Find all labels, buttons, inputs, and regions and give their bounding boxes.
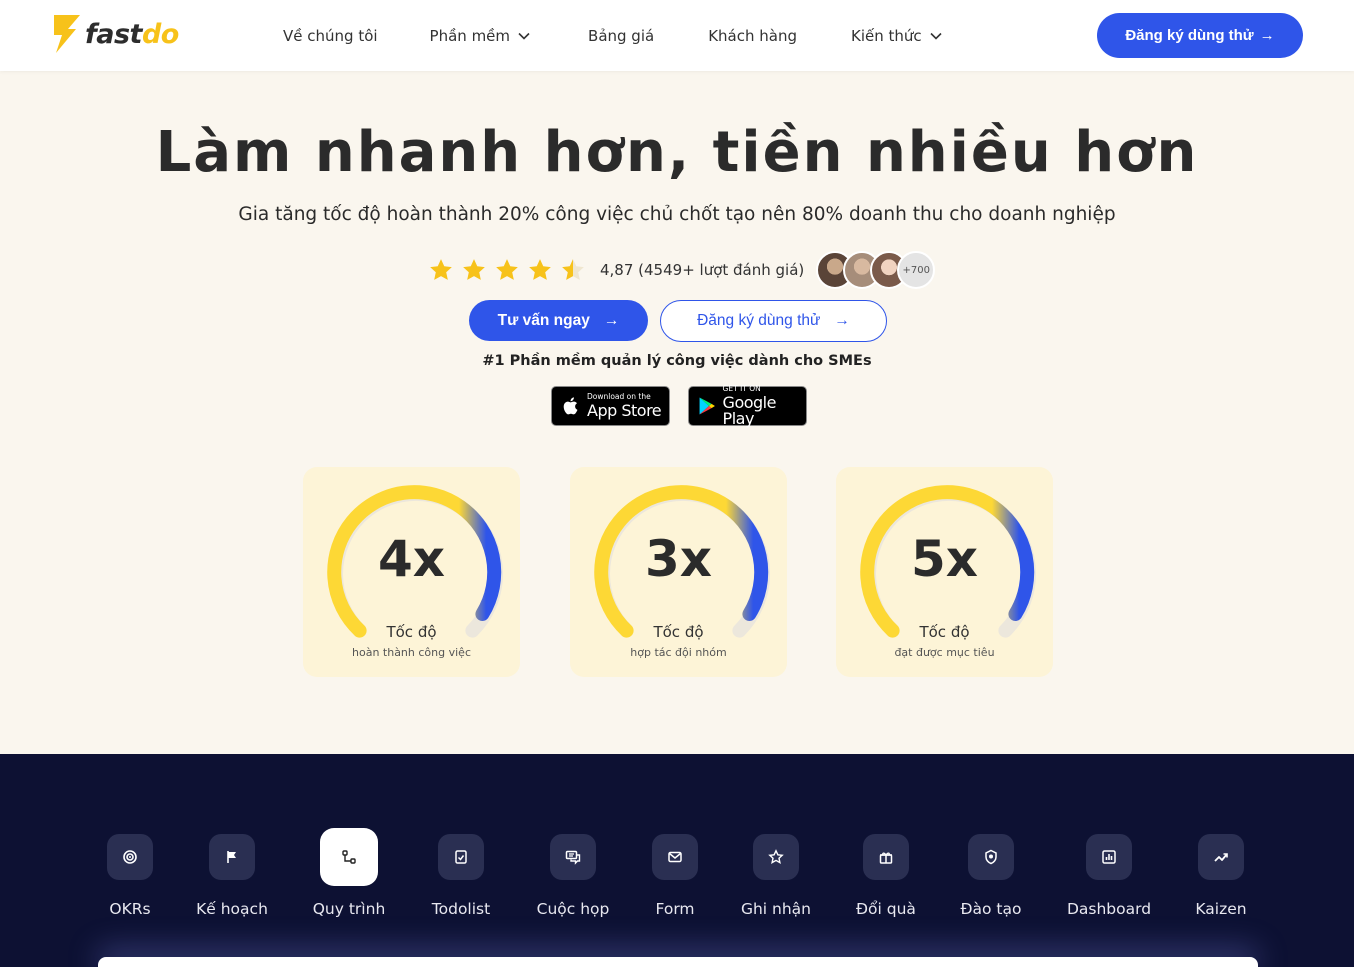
star-icon bbox=[753, 834, 799, 880]
consult-now-label: Tư vấn ngay bbox=[497, 311, 590, 329]
star-icon bbox=[496, 259, 518, 280]
mail-icon bbox=[652, 834, 698, 880]
gauge-value: 3x bbox=[644, 530, 713, 588]
feature-label: Kaizen bbox=[1195, 900, 1247, 918]
feature-label: Form bbox=[655, 900, 695, 918]
app-store-big: App Store bbox=[587, 400, 662, 420]
chevron-down-icon bbox=[518, 32, 530, 40]
gauge-label: Tốc độ bbox=[386, 623, 437, 641]
flag-icon bbox=[209, 834, 255, 880]
header-trial-button[interactable]: Đăng ký dùng thử → bbox=[1097, 13, 1303, 58]
nav-customers[interactable]: Khách hàng bbox=[708, 27, 797, 45]
chart-icon bbox=[1086, 834, 1132, 880]
feature-tab-doi-qua[interactable]: Đổi quà bbox=[826, 834, 946, 918]
user-avatars: +700 bbox=[816, 251, 936, 289]
star-icon bbox=[529, 259, 551, 280]
google-play-icon bbox=[699, 397, 715, 415]
gauge-value: 4x bbox=[377, 530, 446, 588]
feature-tab-dao-tao[interactable]: Đào tạo bbox=[931, 834, 1051, 918]
feature-tab-dashboard[interactable]: Dashboard bbox=[1049, 834, 1169, 918]
feature-label: Đào tạo bbox=[960, 900, 1022, 918]
half-star-icon bbox=[562, 259, 584, 280]
arrow-right-icon: → bbox=[834, 312, 850, 329]
nav-about[interactable]: Về chúng tôi bbox=[283, 27, 378, 45]
feature-label: Todolist bbox=[431, 900, 491, 918]
apple-icon bbox=[563, 397, 578, 415]
feature-label: OKRs bbox=[109, 900, 151, 918]
feature-tab-kaizen[interactable]: Kaizen bbox=[1161, 834, 1281, 918]
hero-subtitle: Gia tăng tốc độ hoàn thành 20% công việc… bbox=[238, 204, 1116, 225]
header-trial-label: Đăng ký dùng thử bbox=[1125, 27, 1254, 44]
feature-label: Dashboard bbox=[1066, 900, 1152, 918]
hero-trial-button[interactable]: Đăng ký dùng thử → bbox=[660, 300, 887, 342]
checklist-icon bbox=[438, 834, 484, 880]
gauge-caption: đạt được mục tiêu bbox=[894, 646, 995, 659]
gauge-label: Tốc độ bbox=[653, 623, 704, 641]
hero-trial-label: Đăng ký dùng thử bbox=[697, 312, 821, 329]
gauge-caption: hợp tác đội nhóm bbox=[630, 646, 727, 659]
app-store-badge[interactable]: Download on the App Store bbox=[551, 386, 670, 426]
consult-now-button[interactable]: Tư vấn ngay → bbox=[469, 300, 648, 341]
feature-label: Quy trình bbox=[312, 900, 386, 918]
google-play-small: GET IT ON bbox=[722, 384, 761, 394]
hero-title: Làm nhanh hơn, tiền nhiều hơn bbox=[155, 120, 1199, 185]
nav-knowledge[interactable]: Kiến thức bbox=[851, 27, 942, 45]
nav-software[interactable]: Phần mềm bbox=[430, 27, 530, 45]
star-icon bbox=[430, 259, 452, 280]
more-users-badge: +700 bbox=[897, 251, 936, 289]
fastdo-logo[interactable]: fastdo bbox=[54, 14, 179, 54]
chevron-down-icon bbox=[930, 32, 942, 40]
rating-stars bbox=[428, 257, 586, 283]
google-play-big: Google Play bbox=[722, 392, 777, 428]
lightning-logo-icon bbox=[54, 15, 80, 53]
feature-preview-panel bbox=[98, 957, 1258, 967]
badge-icon bbox=[968, 834, 1014, 880]
arrow-right-icon: → bbox=[603, 311, 620, 329]
feature-tab-ghi-nhan[interactable]: Ghi nhận bbox=[716, 834, 836, 918]
rating-text: 4,87 (4549+ lượt đánh giá) bbox=[600, 261, 805, 279]
trend-icon bbox=[1198, 834, 1244, 880]
feature-label: Đổi quà bbox=[856, 900, 916, 918]
feature-label: Cuộc họp bbox=[536, 900, 610, 918]
logo-text: fastdo bbox=[85, 18, 179, 50]
gauge-value: 5x bbox=[910, 530, 979, 588]
rating-row: 4,87 (4549+ lượt đánh giá) +700 bbox=[428, 250, 936, 290]
google-play-badge[interactable]: GET IT ON Google Play bbox=[688, 384, 807, 428]
arrow-right-icon: → bbox=[1259, 27, 1275, 44]
feature-tab-quy-trinh[interactable]: Quy trình bbox=[289, 828, 409, 918]
app-store-small: Download on the bbox=[587, 392, 651, 402]
nav-pricing[interactable]: Bảng giá bbox=[588, 27, 654, 45]
feature-tab-todolist[interactable]: Todolist bbox=[401, 834, 521, 918]
target-icon bbox=[107, 834, 153, 880]
star-icon bbox=[463, 259, 485, 280]
gauge-label: Tốc độ bbox=[919, 623, 970, 641]
site-header: fastdo Về chúng tôi Phần mềm Bảng giá Kh… bbox=[0, 0, 1354, 71]
feature-label: Kế hoạch bbox=[196, 900, 268, 918]
main-nav: Về chúng tôi Phần mềm Bảng giá Khách hàn… bbox=[283, 0, 942, 71]
chat-icon bbox=[550, 834, 596, 880]
gauge-caption: hoàn thành công việc bbox=[352, 646, 471, 659]
gift-icon bbox=[863, 834, 909, 880]
tagline: #1 Phần mềm quản lý công việc dành cho S… bbox=[482, 353, 872, 369]
workflow-icon bbox=[320, 828, 378, 886]
feature-tab-ke-hoach[interactable]: Kế hoạch bbox=[172, 834, 292, 918]
feature-label: Ghi nhận bbox=[740, 900, 812, 918]
